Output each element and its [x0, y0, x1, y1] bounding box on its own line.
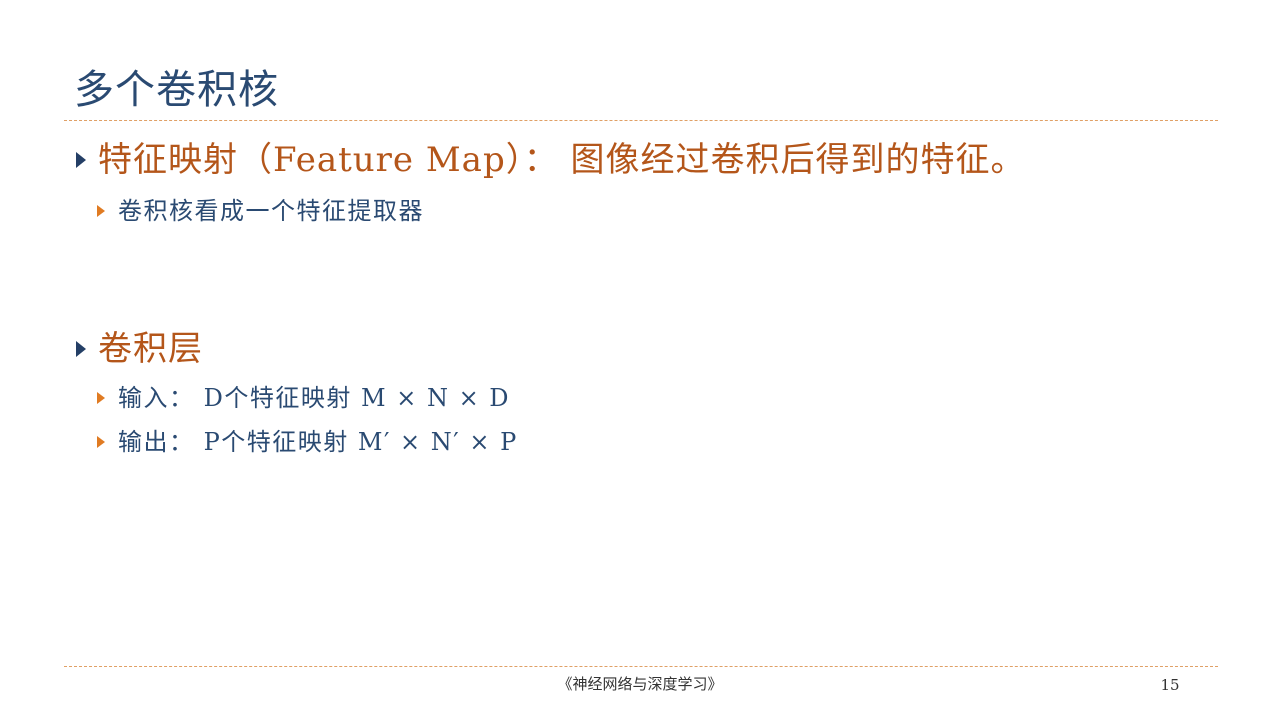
slide-title: 多个卷积核	[74, 67, 279, 113]
footer-divider	[64, 666, 1218, 667]
sub-bullet-triangle-icon	[97, 392, 105, 404]
sub-bullet-text: 输入： D个特征映射 M × N × D	[118, 384, 511, 412]
bullet-conv-layer: 卷积层	[76, 327, 203, 371]
bullet-triangle-icon	[76, 152, 86, 168]
sub-bullet-output: 输出： P个特征映射 M′ × N′ × P	[97, 425, 518, 459]
page-number: 15	[1160, 676, 1180, 694]
bullet-text: 卷积层	[98, 329, 203, 369]
sub-bullet-text: 卷积核看成一个特征提取器	[118, 197, 424, 225]
sub-bullet-text: 输出： P个特征映射 M′ × N′ × P	[118, 428, 518, 456]
bullet-text: 特征映射（Feature Map）： 图像经过卷积后得到的特征。	[98, 140, 1026, 180]
footer-book-title: 《神经网络与深度学习》	[557, 675, 723, 693]
bullet-triangle-icon	[76, 341, 86, 357]
sub-bullet-triangle-icon	[97, 436, 105, 448]
sub-bullet-feature-extractor: 卷积核看成一个特征提取器	[97, 194, 424, 228]
sub-bullet-triangle-icon	[97, 205, 105, 217]
sub-bullet-input: 输入： D个特征映射 M × N × D	[97, 381, 510, 415]
title-divider	[64, 120, 1218, 121]
bullet-feature-map: 特征映射（Feature Map）： 图像经过卷积后得到的特征。	[76, 138, 1026, 182]
